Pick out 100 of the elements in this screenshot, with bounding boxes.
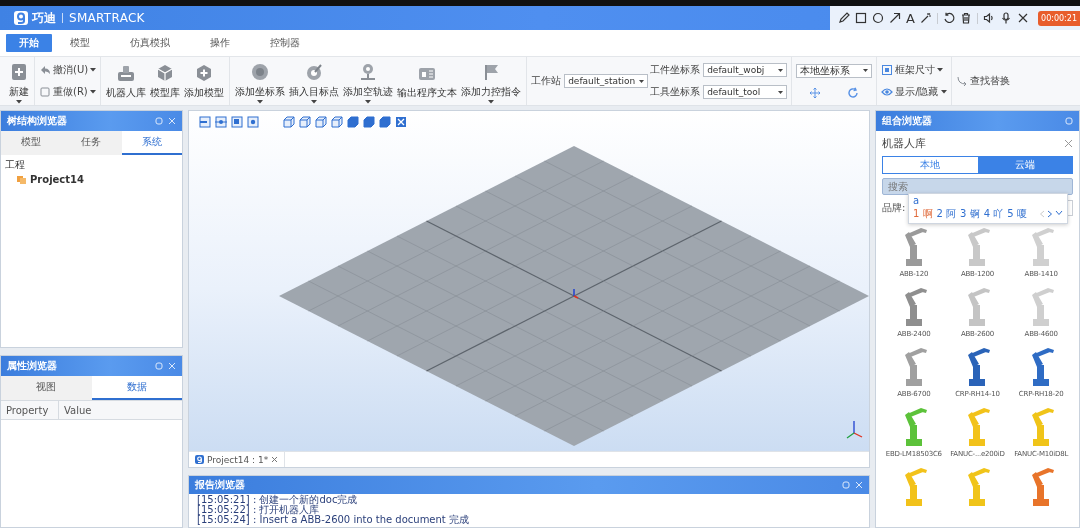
cube-view-icon[interactable] [331,116,343,128]
ribbon-button[interactable]: 重做(R) [39,85,97,99]
caret-icon [639,79,645,83]
menu-tab[interactable]: 模型 [60,34,100,52]
panel-tab[interactable]: 视图 [1,376,92,400]
ribbon-button[interactable]: 新建 [8,60,30,106]
ribbon-button[interactable]: 撤消(U) [39,63,97,77]
log-line: [15:05:22] : 打开机器人库 [197,505,321,515]
trash-icon[interactable] [959,12,972,24]
restore-icon[interactable] [842,481,850,489]
ribbon-button[interactable]: 添加坐标系 [234,60,287,106]
column-header: Value [63,403,93,418]
arrow-icon[interactable] [889,12,901,24]
undo-icon[interactable] [942,12,955,24]
menu-tab[interactable]: 操作 [200,34,240,52]
align-icon[interactable] [247,116,259,128]
cube-view-icon[interactable] [379,116,391,128]
ime-candidate[interactable]: 3 锕 [960,207,980,221]
curve-arrow-icon [955,75,968,87]
close-icon[interactable] [1016,12,1029,24]
circle-icon[interactable] [872,12,884,24]
cube-view-icon[interactable] [283,116,295,128]
panel-title: 树结构浏览器 [7,114,68,128]
source-tab[interactable]: 云端 [977,157,1072,173]
ribbon-button[interactable]: 机器人库 [105,60,148,102]
menu-tab[interactable]: 控制器 [260,34,310,52]
ime-candidate[interactable]: 5 嗄 [1007,207,1027,221]
library-title: 机器人库 [882,135,926,151]
ribbon-button[interactable]: 添加力控指令 [460,60,523,106]
field-label: 工具坐标系 [650,85,701,99]
tree-item[interactable]: Project14 [30,174,84,185]
frame-icon [881,64,894,76]
move-arrows-icon[interactable] [809,86,822,99]
dropdown[interactable]: default_tool [703,85,788,99]
square-icon[interactable] [855,12,867,24]
ime-candidate[interactable]: 2 阿 [936,207,957,221]
new-file-icon [9,62,29,82]
dropdown[interactable]: 本地坐标系 [796,63,873,78]
recording-timer: 00:00:21 [1038,10,1080,26]
ime-candidate[interactable]: 1 啊 [913,207,933,221]
eye-icon [881,86,894,98]
ribbon-button[interactable]: 模型库 [149,60,182,102]
square-icon [39,86,51,98]
cube-view-icon[interactable] [315,116,327,128]
logo-text: 巧迪 [32,9,56,27]
ribbon-button[interactable]: 框架尺寸 [881,63,947,77]
chevron-down-icon[interactable] [1055,210,1063,216]
panel-title: 组合浏览器 [882,114,933,128]
stack-icon [17,175,26,184]
menu-tab[interactable]: 开始 [6,34,52,52]
origin-axes-icon [573,288,579,299]
ribbon-button[interactable]: 插入目标点 [288,60,341,106]
chevron-right-icon[interactable] [1047,210,1053,218]
brand-label: 品牌: [882,201,906,215]
target-icon [304,62,325,82]
refresh-icon[interactable] [847,86,860,99]
logo-icon [14,11,28,25]
field-label: 工作站 [531,74,562,88]
axis-triad-icon [846,420,863,439]
document-tab[interactable]: Project14 : 1* [189,452,286,467]
cube-view-icon[interactable] [299,116,311,128]
text-tool[interactable]: A [906,10,915,26]
panel-tab[interactable]: 数据 [91,376,182,400]
ime-candidate[interactable]: 4 吖 [983,207,1004,221]
cube-view-icon[interactable] [363,116,375,128]
undo-arrow-icon [39,64,51,76]
ribbon-button[interactable]: 添加空轨迹 [342,60,395,106]
pencil-icon[interactable] [838,12,850,24]
magic-wand-icon[interactable] [919,12,932,24]
restore-icon[interactable] [1065,117,1073,125]
panel-tab[interactable]: 模型 [1,131,62,155]
align-icon[interactable] [199,116,211,128]
ime-composition: a [913,195,921,207]
ribbon-button[interactable]: 显示/隐藏 [881,85,947,99]
log-line: [15:05:24] : Insert a ABB-2600 into the document 完成 [197,515,470,525]
ribbon-button[interactable]: 查找替换 [955,74,1010,88]
search-field[interactable]: 搜索 [882,178,1073,195]
cube-view-icon[interactable] [347,116,359,128]
panel-tab[interactable]: 系统 [121,131,182,155]
dropdown[interactable]: default_station [564,74,649,88]
microphone-icon[interactable] [999,12,1012,24]
ribbon-button[interactable]: 添加模型 [183,60,226,102]
ribbon-button[interactable]: 输出程序文本 [396,60,459,102]
menu-tab[interactable]: 仿真模拟 [120,34,180,52]
log-line: [15:05:21] : 创建一个新的doc完成 [197,495,359,505]
align-icon[interactable] [215,116,227,128]
column-header: Property [1,401,59,419]
logo-icon [195,455,204,464]
fit-view-icon[interactable] [395,116,407,128]
caret-icon [778,90,784,94]
caret-icon [863,69,869,72]
field-label: 工件坐标系 [650,63,701,77]
speaker-icon[interactable] [982,12,995,24]
panel-title: 属性浏览器 [7,359,58,373]
align-icon[interactable] [231,116,243,128]
panel-tab[interactable]: 任务 [61,131,122,155]
app-name: SMARTRACK [69,11,145,25]
caret-icon [778,68,784,72]
tree-item[interactable]: 工程 [5,158,178,172]
dropdown[interactable]: default_wobj [703,63,788,77]
